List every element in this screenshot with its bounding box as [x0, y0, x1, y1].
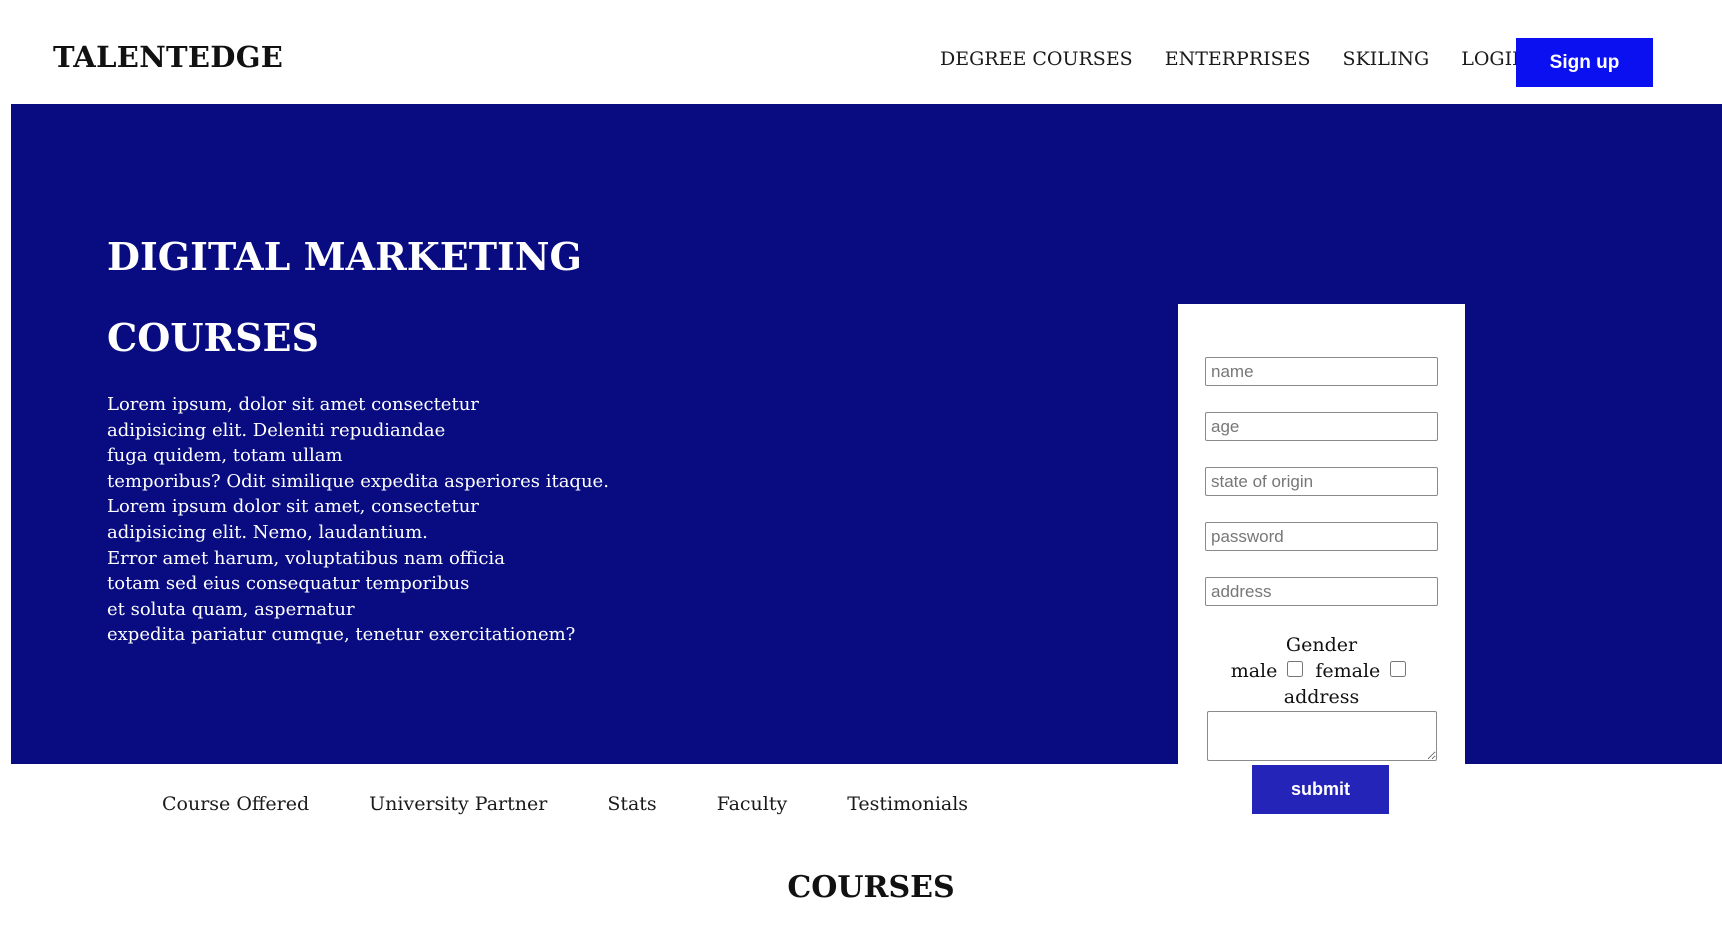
- submit-button[interactable]: submit: [1252, 765, 1389, 814]
- courses-heading: COURSES: [787, 870, 955, 905]
- page: TALENTEDGE DEGREE COURSES ENTERPRISES SK…: [0, 0, 1722, 937]
- section-nav-stats[interactable]: Stats: [607, 793, 656, 815]
- section-nav-faculty[interactable]: Faculty: [717, 793, 788, 815]
- nav-skiling[interactable]: SKILING: [1343, 48, 1430, 70]
- main-nav: DEGREE COURSES ENTERPRISES SKILING LOGIN: [940, 48, 1529, 70]
- age-field[interactable]: [1205, 412, 1438, 441]
- hero-text-line: Lorem ipsum dolor sit amet, consectetur: [107, 496, 479, 518]
- nav-degree-courses[interactable]: DEGREE COURSES: [940, 48, 1133, 70]
- section-nav-testimonials[interactable]: Testimonials: [847, 793, 968, 815]
- address-field[interactable]: [1205, 577, 1438, 606]
- hero-title-line: COURSES: [107, 315, 319, 360]
- gender-label: Gender: [1285, 634, 1358, 656]
- name-field[interactable]: [1205, 357, 1438, 386]
- hero-text-line: adipisicing elit. Nemo, laudantium.: [107, 521, 428, 543]
- signup-button[interactable]: Sign up: [1516, 38, 1653, 87]
- hero-banner: DIGITAL MARKETING COURSES Lorem ipsum, d…: [11, 104, 1722, 840]
- hero-text-line: fuga quidem, totam ullam: [107, 445, 343, 467]
- hero-text-line: Lorem ipsum, dolor sit amet consectetur: [107, 394, 479, 415]
- state-of-origin-field[interactable]: [1205, 467, 1438, 496]
- gender-male-label: male: [1230, 660, 1278, 682]
- hero-text-line: et soluta quam, aspernatur: [107, 598, 355, 620]
- section-nav-course-offered[interactable]: Course Offered: [162, 793, 309, 815]
- address-textarea[interactable]: [1207, 711, 1437, 761]
- section-nav: Course Offered University Partner Stats …: [162, 793, 968, 815]
- password-field[interactable]: [1205, 522, 1438, 551]
- section-nav-university-partner[interactable]: University Partner: [369, 793, 547, 815]
- address-label: address: [1283, 686, 1360, 708]
- hero-title-line: DIGITAL MARKETING: [107, 234, 582, 279]
- gender-female-checkbox[interactable]: [1390, 661, 1407, 677]
- hero-title: DIGITAL MARKETING COURSES: [107, 216, 747, 378]
- hero-text-line: expedita pariatur cumque, tenetur exerci…: [107, 624, 576, 646]
- hero-description: Lorem ipsum, dolor sit amet consectetur …: [107, 392, 727, 648]
- gender-options: male female: [1178, 660, 1465, 682]
- registration-form: Gender male female address submit: [1178, 304, 1465, 840]
- hero-text-line: adipisicing elit. Deleniti repudiandae: [107, 419, 446, 441]
- gender-male-checkbox[interactable]: [1287, 661, 1304, 677]
- nav-enterprises[interactable]: ENTERPRISES: [1165, 48, 1311, 70]
- hero-text-line: Error amet harum, voluptatibus nam offic…: [107, 547, 505, 569]
- hero-text-line: totam sed eius consequatur temporibus: [107, 573, 470, 595]
- site-logo[interactable]: TALENTEDGE: [53, 40, 283, 74]
- gender-female-label: female: [1315, 660, 1381, 682]
- site-header: TALENTEDGE DEGREE COURSES ENTERPRISES SK…: [0, 0, 1722, 104]
- hero-text-line: temporibus? Odit similique expedita aspe…: [107, 470, 609, 492]
